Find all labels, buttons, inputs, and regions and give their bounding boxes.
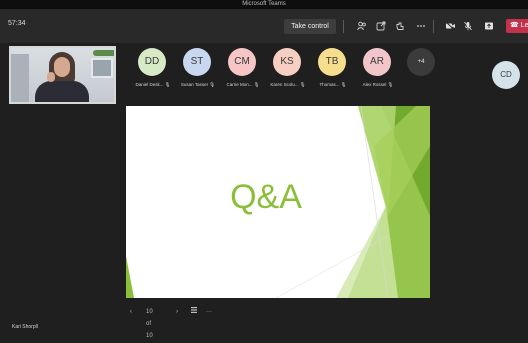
avatar: DD bbox=[138, 48, 166, 76]
mic-muted-icon: 🎙 bbox=[164, 82, 171, 87]
teams-meeting-window: Microsoft Teams 57:34 Take control ☎ Le … bbox=[0, 0, 528, 343]
mic-muted-icon: 🎙 bbox=[209, 82, 216, 87]
participant-name: Thomas... 🎙 bbox=[319, 82, 347, 87]
mic-muted-icon: 🎙 bbox=[340, 82, 347, 87]
slide-more-icon[interactable]: ··· bbox=[206, 306, 212, 318]
meeting-timer: 57:34 bbox=[8, 20, 26, 27]
participant-name: Carrie Mon... 🎙 bbox=[226, 82, 260, 87]
take-control-button[interactable]: Take control bbox=[284, 19, 336, 34]
slide-thumbnails-icon[interactable] bbox=[190, 306, 198, 319]
reactions-icon[interactable] bbox=[393, 19, 407, 33]
participant-name: Alex Rossel 🎙 bbox=[362, 82, 394, 87]
participant-name: Susan Tasser 🎙 bbox=[180, 82, 216, 87]
avatar: CM bbox=[228, 48, 256, 76]
toolbar-divider bbox=[343, 20, 344, 33]
leave-label: Le bbox=[520, 22, 528, 29]
participant-name: Karen Scolu... 🎙 bbox=[270, 82, 306, 87]
mic-muted-icon: 🎙 bbox=[387, 82, 394, 87]
video-wall-picture bbox=[91, 58, 113, 78]
participant-tile[interactable]: AR Alex Rossel 🎙 bbox=[353, 46, 403, 94]
presenter-video-tile[interactable] bbox=[9, 46, 116, 104]
mic-muted-icon: 🎙 bbox=[299, 82, 306, 87]
next-slide-icon[interactable]: › bbox=[176, 306, 178, 318]
toolbar-divider bbox=[433, 20, 434, 33]
more-participants-badge[interactable]: +4 bbox=[407, 48, 435, 76]
participant-tile[interactable]: ST Susan Tasser 🎙 bbox=[173, 46, 223, 94]
title-bar: Microsoft Teams bbox=[0, 0, 528, 9]
video-plant bbox=[93, 50, 114, 56]
side-avatar[interactable]: CD bbox=[492, 61, 520, 89]
participant-tile[interactable]: TB Thomas... 🎙 bbox=[308, 46, 358, 94]
window-title: Microsoft Teams bbox=[242, 1, 286, 7]
video-person-hand bbox=[47, 72, 55, 82]
previous-slide-icon[interactable]: ‹ bbox=[130, 306, 132, 318]
presenter-name: Kari Shorpll bbox=[12, 324, 38, 330]
video-person-face bbox=[54, 57, 70, 77]
slide-title: Q&A bbox=[230, 178, 302, 216]
participants-icon[interactable] bbox=[355, 19, 369, 33]
shared-slide: Q&A bbox=[126, 106, 430, 298]
share-icon[interactable] bbox=[374, 19, 388, 33]
mic-muted-icon: 🎙 bbox=[253, 82, 260, 87]
phone-hangup-icon: ☎ bbox=[510, 22, 519, 29]
more-icon[interactable] bbox=[414, 19, 428, 33]
avatar: AR bbox=[363, 48, 391, 76]
avatar: TB bbox=[318, 48, 346, 76]
participant-name: Daniel Desk... 🎙 bbox=[135, 82, 171, 87]
participant-tile[interactable]: KS Karen Scolu... 🎙 bbox=[263, 46, 313, 94]
video-person-body bbox=[35, 81, 89, 102]
camera-off-icon[interactable] bbox=[443, 19, 457, 33]
share-tray-icon[interactable] bbox=[482, 19, 496, 33]
participant-tile[interactable]: CM Carrie Mon... 🎙 bbox=[218, 46, 268, 94]
avatar: ST bbox=[183, 48, 211, 76]
avatar: KS bbox=[273, 48, 301, 76]
slide-counter: 10 of 10 bbox=[146, 309, 153, 339]
participant-tile[interactable]: DD Daniel Desk... 🎙 bbox=[128, 46, 178, 94]
leave-button[interactable]: ☎ Le bbox=[506, 19, 528, 33]
video-door bbox=[11, 54, 29, 102]
meeting-toolbar: 57:34 Take control ☎ Le bbox=[0, 9, 528, 43]
mic-off-icon[interactable] bbox=[461, 19, 475, 33]
